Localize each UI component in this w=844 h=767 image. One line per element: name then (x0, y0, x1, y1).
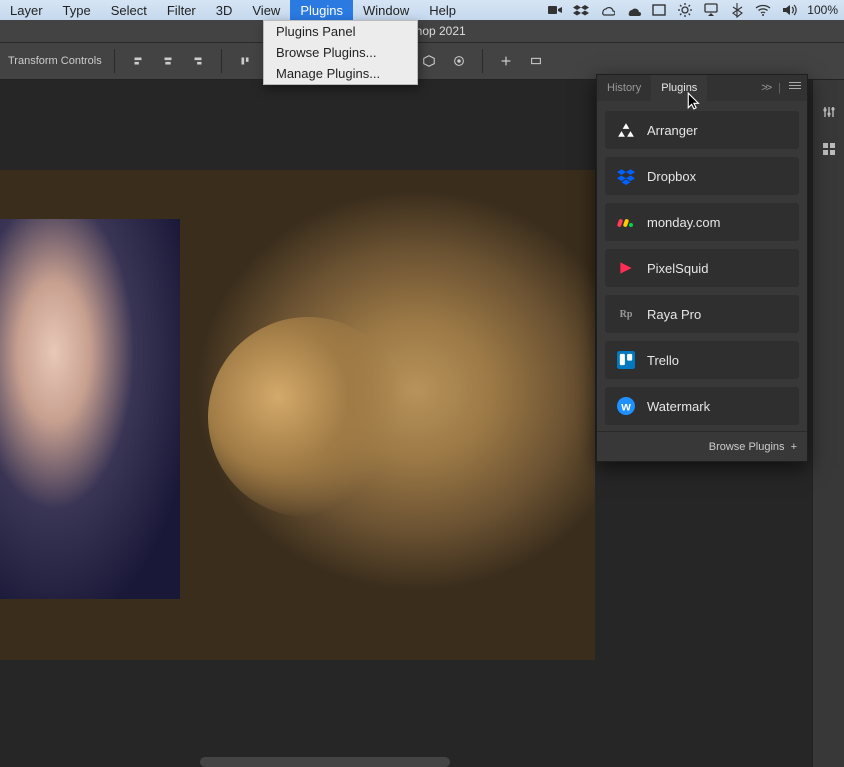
adjustments-icon[interactable] (821, 104, 837, 125)
menu-bar-items: Layer Type Select Filter 3D View Plugins… (0, 0, 466, 20)
menu-bar-status: 100% (547, 2, 838, 18)
battery-percent: 100% (807, 3, 838, 17)
separator: | (778, 82, 781, 94)
trello-icon (617, 351, 635, 369)
panel-footer: Browse Plugins + (597, 431, 807, 461)
dropbox-icon (617, 167, 635, 185)
plugins-list: Arranger Dropbox monday.com PixelSquid R… (597, 101, 807, 431)
plugin-monday[interactable]: monday.com (605, 203, 799, 241)
wifi-icon[interactable] (755, 2, 771, 18)
panel-tabs: History Plugins >> | (597, 75, 807, 101)
title-bar: Photoshop 2021 (0, 20, 844, 42)
pixelsquid-icon (617, 259, 635, 277)
settings-icon[interactable] (677, 2, 693, 18)
dropdown-plugins-panel[interactable]: Plugins Panel (264, 21, 417, 42)
tab-plugins[interactable]: Plugins (651, 75, 707, 101)
canvas-image (0, 170, 595, 660)
rayapro-icon: Rp (617, 305, 635, 323)
align-top-icon[interactable] (234, 50, 256, 72)
cloud-sync-icon[interactable] (599, 2, 615, 18)
3d-mode-icon[interactable] (418, 50, 440, 72)
separator (221, 49, 222, 73)
plugin-label: Raya Pro (647, 307, 701, 322)
dropbox-icon[interactable] (573, 2, 589, 18)
plugin-label: Arranger (647, 123, 698, 138)
plugins-dropdown: Plugins Panel Browse Plugins... Manage P… (263, 20, 418, 85)
panel-collapse-icon[interactable]: >> (761, 82, 770, 94)
menu-window[interactable]: Window (353, 0, 419, 20)
watermark-icon: w (617, 397, 635, 415)
svg-text:w: w (620, 400, 631, 414)
menu-layer[interactable]: Layer (0, 0, 53, 20)
plugin-label: Trello (647, 353, 679, 368)
swatches-icon[interactable] (821, 141, 837, 162)
dropdown-browse-plugins[interactable]: Browse Plugins... (264, 42, 417, 63)
menu-bar: Layer Type Select Filter 3D View Plugins… (0, 0, 844, 20)
menu-view[interactable]: View (242, 0, 290, 20)
monday-icon (617, 213, 635, 231)
plugin-arranger[interactable]: Arranger (605, 111, 799, 149)
plugin-label: PixelSquid (647, 261, 708, 276)
volume-icon[interactable] (781, 2, 797, 18)
plugin-label: Watermark (647, 399, 710, 414)
plugin-label: Dropbox (647, 169, 696, 184)
plugins-panel: History Plugins >> | Arranger Dropbox mo… (596, 74, 808, 462)
menu-help[interactable]: Help (419, 0, 466, 20)
transform-controls-label: Transform Controls (8, 55, 102, 67)
menu-3d[interactable]: 3D (206, 0, 243, 20)
separator (482, 49, 483, 73)
panel-menu-icon[interactable] (789, 82, 801, 94)
document-canvas[interactable] (0, 170, 595, 660)
align-left-icon[interactable] (127, 50, 149, 72)
video-icon[interactable] (547, 2, 563, 18)
bluetooth-icon[interactable] (729, 2, 745, 18)
right-panel-strip (812, 80, 844, 767)
browse-plugins-link[interactable]: Browse Plugins (709, 441, 785, 453)
tab-history[interactable]: History (597, 75, 651, 101)
frame-icon[interactable] (651, 2, 667, 18)
plugin-dropbox[interactable]: Dropbox (605, 157, 799, 195)
horizontal-scrollbar[interactable] (200, 757, 450, 767)
plugin-pixelsquid[interactable]: PixelSquid (605, 249, 799, 287)
align-center-h-icon[interactable] (157, 50, 179, 72)
menu-filter[interactable]: Filter (157, 0, 206, 20)
plugin-trello[interactable]: Trello (605, 341, 799, 379)
airplay-icon[interactable] (703, 2, 719, 18)
dropdown-manage-plugins[interactable]: Manage Plugins... (264, 63, 417, 84)
plugin-label: monday.com (647, 215, 720, 230)
plugin-rayapro[interactable]: Rp Raya Pro (605, 295, 799, 333)
extras-icon[interactable] (495, 50, 517, 72)
menu-select[interactable]: Select (101, 0, 157, 20)
plus-icon[interactable]: + (791, 441, 797, 453)
menu-plugins[interactable]: Plugins (290, 0, 353, 20)
arranger-icon (617, 121, 635, 139)
plugin-watermark[interactable]: w Watermark (605, 387, 799, 425)
align-right-icon[interactable] (187, 50, 209, 72)
cloud-icon[interactable] (625, 2, 641, 18)
menu-type[interactable]: Type (53, 0, 101, 20)
extras2-icon[interactable] (525, 50, 547, 72)
mask-mode-icon[interactable] (448, 50, 470, 72)
separator (114, 49, 115, 73)
